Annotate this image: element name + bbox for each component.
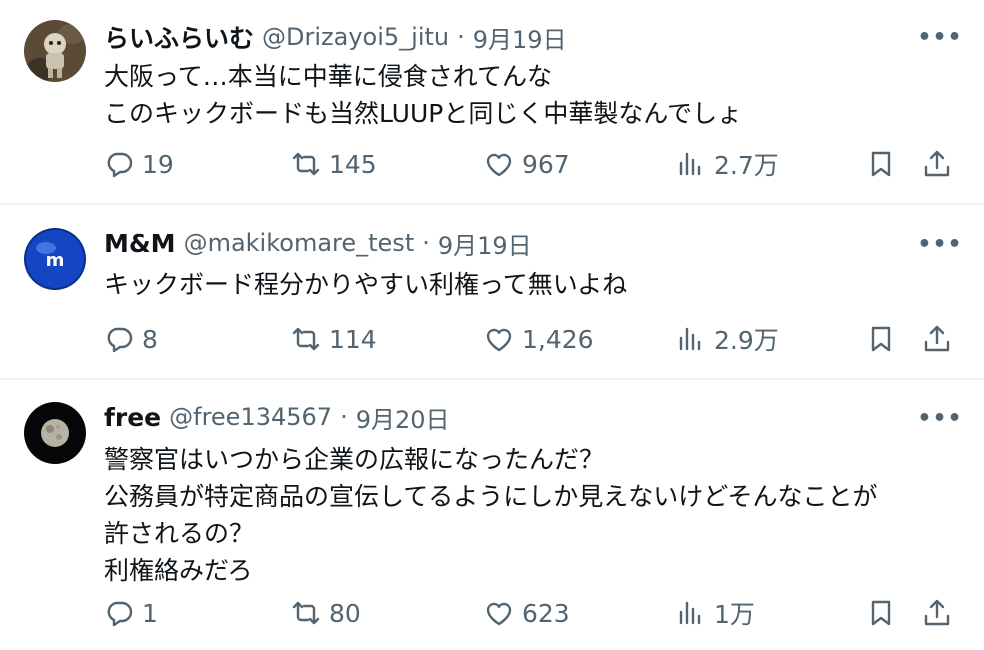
action-bar: 1 80 623 1万: [0, 593, 984, 633]
action-bar: 8 114 1,426 2.9万: [0, 319, 984, 359]
share-icon: [924, 325, 950, 352]
retweet-button[interactable]: 145: [291, 144, 377, 184]
view-count: 2.7万: [714, 151, 779, 180]
more-options-icon[interactable]: •••: [917, 229, 961, 259]
reply-button[interactable]: 1: [104, 593, 158, 633]
share-icon: [924, 150, 950, 177]
view-count: 2.9万: [714, 326, 779, 355]
avatar[interactable]: [24, 402, 86, 464]
avatar[interactable]: m: [24, 228, 86, 290]
bookmark-icon: [871, 326, 891, 352]
tweet-text: 大阪って…本当に中華に侵食されてんな このキックボードも当然LUUPと同じく中華…: [104, 58, 964, 132]
heart-icon: [486, 602, 512, 626]
views-button[interactable]: 2.7万: [676, 144, 779, 184]
bar-chart-icon: [679, 152, 701, 176]
reply-icon: [107, 152, 133, 178]
share-button[interactable]: [922, 144, 952, 184]
bookmark-icon: [871, 151, 891, 177]
reply-icon: [107, 327, 133, 353]
tweet-date[interactable]: 9月20日: [356, 400, 450, 435]
handle[interactable]: @makikomare_test: [184, 229, 415, 257]
svg-text:m: m: [46, 250, 65, 271]
tweet-text-line: 大阪って…本当に中華に侵食されてんな: [104, 62, 553, 91]
divider: [0, 203, 984, 205]
tweet-text-line: 利権絡みだろ: [104, 556, 253, 585]
tweet-header: M&M @makikomare_test · 9月19日: [104, 223, 532, 263]
retweet-icon: [292, 601, 320, 625]
handle[interactable]: @Drizayoi5_jitu: [262, 23, 449, 51]
views-button[interactable]: 1万: [676, 593, 755, 633]
tweet-text: キックボード程分かりやすい利権って無いよね: [104, 266, 964, 303]
display-name[interactable]: らいふらいむ: [104, 19, 254, 55]
bar-chart-icon: [679, 601, 701, 625]
reply-count: 1: [142, 598, 158, 628]
views-button[interactable]: 2.9万: [676, 319, 779, 359]
retweet-button[interactable]: 114: [291, 319, 377, 359]
share-button[interactable]: [922, 593, 952, 633]
retweet-count: 145: [329, 149, 377, 179]
like-button[interactable]: 623: [484, 593, 570, 633]
reply-count: 19: [142, 149, 174, 179]
like-count: 1,426: [522, 324, 594, 354]
bookmark-button[interactable]: [866, 593, 896, 633]
avatar[interactable]: [24, 20, 86, 82]
tweet-text-line: 公務員が特定商品の宣伝してるようにしか見えないけどそんなことが: [104, 482, 878, 511]
retweet-icon: [292, 327, 320, 351]
retweet-button[interactable]: 80: [291, 593, 361, 633]
bookmark-button[interactable]: [866, 144, 896, 184]
like-count: 623: [522, 598, 570, 628]
tweet-date[interactable]: 9月19日: [473, 20, 567, 55]
reply-button[interactable]: 8: [104, 319, 158, 359]
tweet-text-line: 警察官はいつから企業の広報になったんだ？: [104, 445, 605, 474]
separator: ·: [422, 229, 430, 257]
bar-chart-icon: [679, 327, 701, 351]
tweet-header: らいふらいむ @Drizayoi5_jitu · 9月19日: [104, 17, 567, 57]
action-bar: 19 145 967 2.7万: [0, 144, 984, 184]
retweet-icon: [292, 152, 320, 176]
handle[interactable]: @free134567: [169, 403, 332, 431]
like-button[interactable]: 1,426: [484, 319, 594, 359]
heart-icon: [486, 328, 512, 352]
view-count: 1万: [714, 600, 755, 629]
reply-count: 8: [142, 324, 158, 354]
more-options-icon[interactable]: •••: [917, 22, 961, 52]
more-options-icon[interactable]: •••: [917, 403, 961, 433]
reply-icon: [107, 601, 133, 627]
separator: ·: [340, 403, 348, 431]
retweet-count: 114: [329, 324, 377, 354]
heart-icon: [486, 153, 512, 177]
tweet-text-line: 許されるの？: [104, 519, 255, 548]
tweet-date[interactable]: 9月19日: [438, 226, 532, 261]
bookmark-button[interactable]: [866, 319, 896, 359]
display-name[interactable]: M&M: [104, 229, 176, 258]
reply-button[interactable]: 19: [104, 144, 174, 184]
bookmark-icon: [871, 600, 891, 626]
display-name[interactable]: free: [104, 403, 161, 432]
like-button[interactable]: 967: [484, 144, 570, 184]
like-count: 967: [522, 149, 570, 179]
separator: ·: [457, 23, 465, 51]
share-icon: [924, 599, 950, 626]
divider: [0, 378, 984, 380]
tweet-text-line: このキックボードも当然LUUPと同じく中華製なんでしょ: [104, 99, 743, 128]
tweet-text-line: キックボード程分かりやすい利権って無いよね: [104, 270, 628, 299]
share-button[interactable]: [922, 319, 952, 359]
tweet-text: 警察官はいつから企業の広報になったんだ？ 公務員が特定商品の宣伝してるようにしか…: [104, 441, 964, 589]
tweet-header: free @free134567 · 9月20日: [104, 397, 450, 437]
retweet-count: 80: [329, 598, 361, 628]
